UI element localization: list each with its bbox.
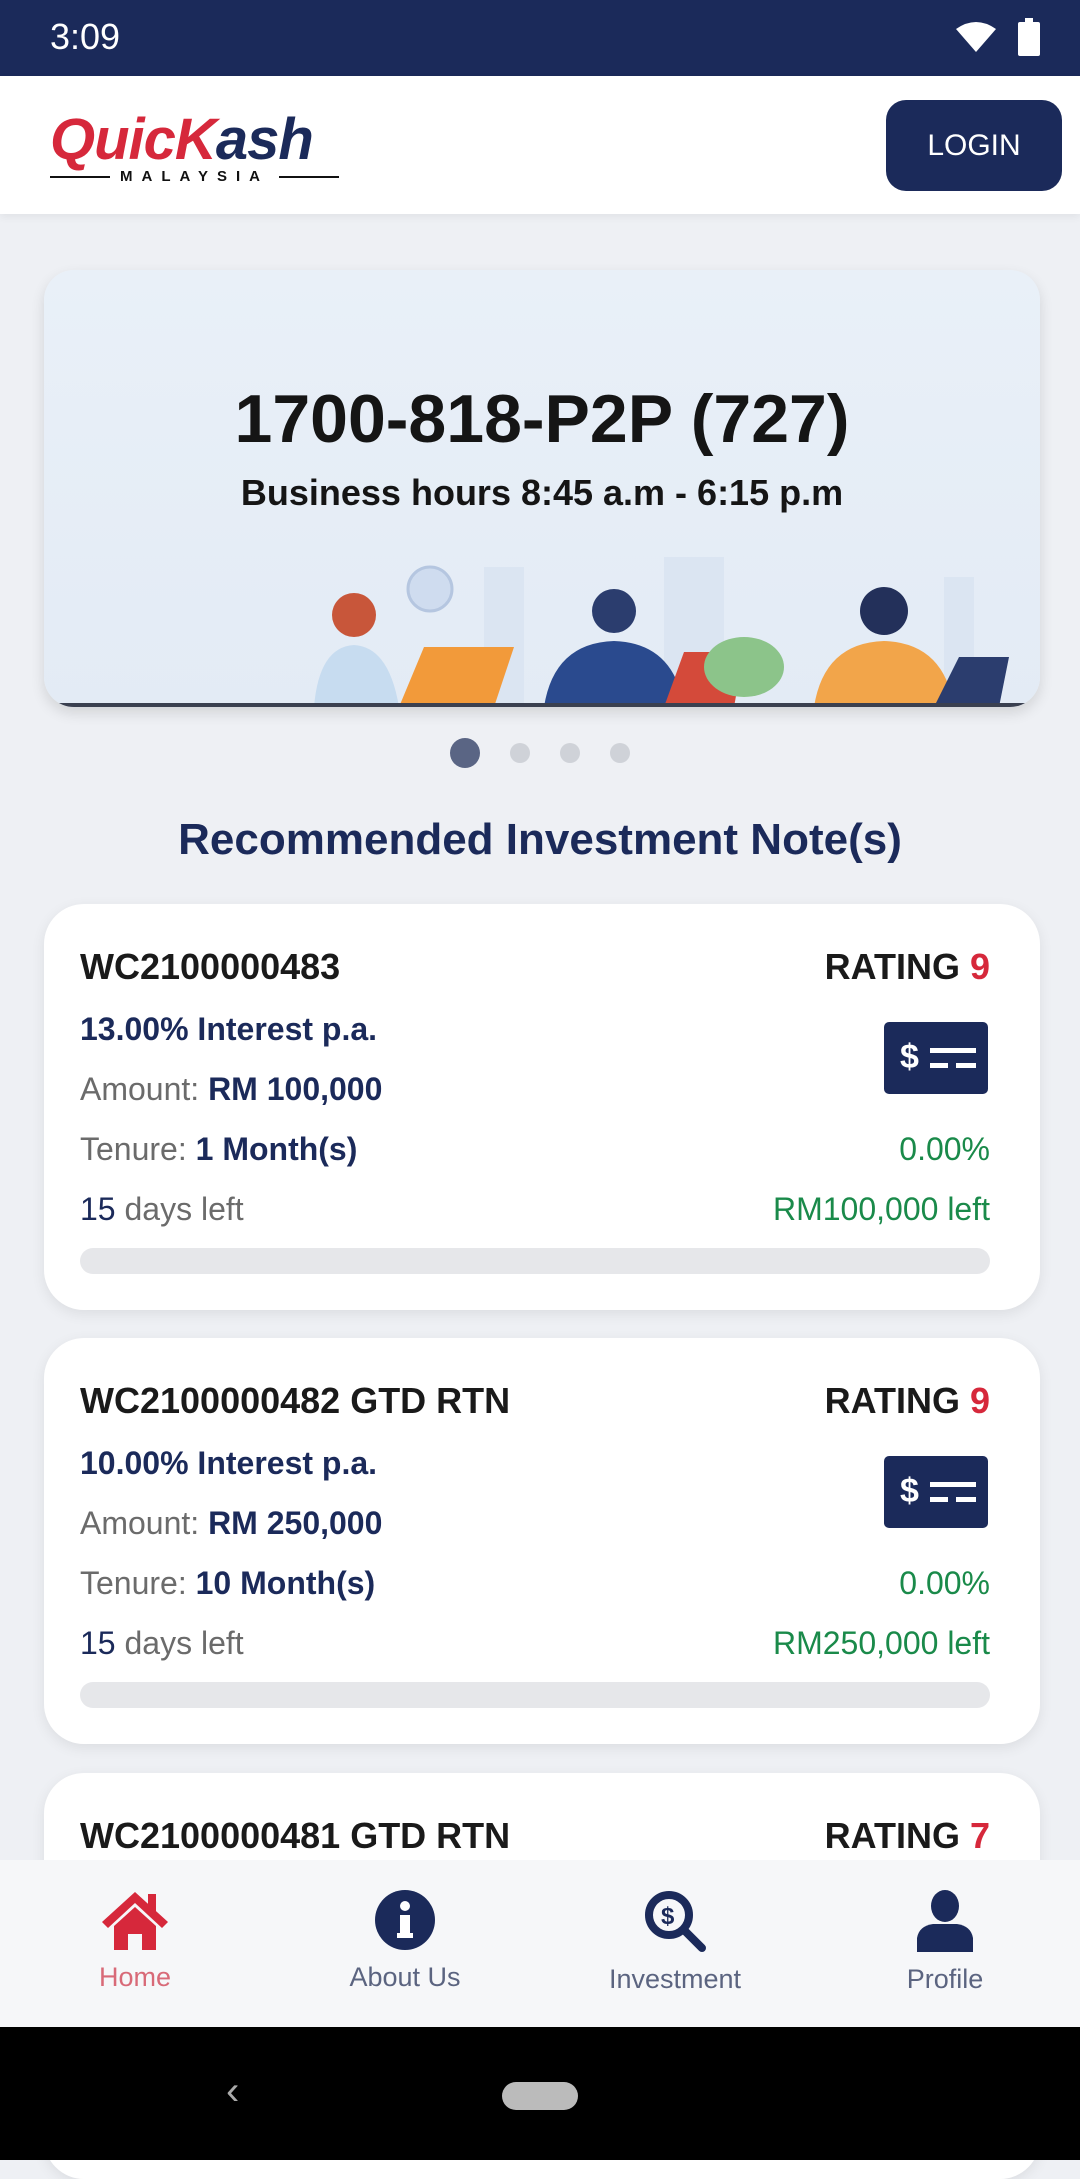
days-left: 15 days left — [80, 1191, 244, 1227]
login-button[interactable]: LOGIN — [886, 100, 1062, 191]
carousel-dot[interactable] — [560, 743, 580, 763]
tenure: Tenure: 1 Month(s) — [80, 1131, 358, 1167]
system-navigation-bar: ‹ — [0, 2027, 1080, 2160]
wifi-icon — [956, 22, 996, 52]
note-id: WC2100000483 — [80, 946, 341, 987]
banner-hours: Business hours 8:45 a.m - 6:15 p.m — [240, 472, 844, 513]
user-icon — [917, 1890, 973, 1952]
days-left: 15 days left — [80, 1625, 244, 1661]
amount-remaining: RM250,000 left — [772, 1625, 990, 1661]
status-time: 3:09 — [50, 16, 121, 57]
rating: RATING 9 — [824, 946, 990, 987]
amount: Amount: RM 250,000 — [80, 1505, 383, 1541]
amount: Amount: RM 100,000 — [80, 1071, 383, 1107]
investment-card[interactable]: WC2100000483 RATING 9 13.00% Interest p.a… — [44, 904, 1040, 1310]
home-icon — [102, 1892, 168, 1950]
amount-remaining: RM100,000 left — [772, 1191, 990, 1227]
banner-phone: 1700-818-P2P (727) — [234, 381, 850, 457]
funding-progress-bar — [80, 1248, 990, 1274]
note-id: WC2100000481 GTD RTN — [80, 1815, 511, 1856]
section-title: Recommended Investment Note(s) — [178, 815, 902, 864]
funding-progress-bar — [80, 1682, 990, 1708]
call-center-illustration — [44, 557, 1040, 707]
nav-home[interactable]: Home — [0, 1860, 270, 2027]
carousel-indicator — [0, 738, 1080, 768]
interest-rate: 10.00% Interest p.a. — [80, 1445, 378, 1481]
funded-percent: 0.00% — [899, 1131, 990, 1167]
funded-percent: 0.00% — [899, 1565, 990, 1601]
rating: RATING 7 — [824, 1815, 990, 1856]
carousel-dot[interactable] — [610, 743, 630, 763]
carousel-dot[interactable] — [450, 738, 480, 768]
interest-rate: 13.00% Interest p.a. — [80, 1011, 378, 1047]
quickash-logo: QuicKash MALAYSIA — [50, 110, 339, 185]
back-icon[interactable]: ‹ — [226, 2069, 239, 2114]
nav-profile[interactable]: Profile — [810, 1860, 1080, 2027]
home-gesture-pill[interactable] — [502, 2082, 578, 2110]
tenure: Tenure: 10 Month(s) — [80, 1565, 376, 1601]
dollar-search-icon: $ — [645, 1891, 706, 1952]
note-id: WC2100000482 GTD RTN — [80, 1380, 511, 1421]
battery-icon — [1018, 18, 1040, 56]
investment-card[interactable]: WC2100000482 GTD RTN RATING 9 10.00% Inte… — [44, 1338, 1040, 1744]
info-icon — [375, 1890, 435, 1950]
svg-text:$: $ — [661, 1903, 675, 1930]
status-bar: 3:09 — [0, 0, 1080, 76]
app-header: QuicKash MALAYSIA LOGIN — [0, 76, 1080, 214]
rating: RATING 9 — [824, 1380, 990, 1421]
promo-banner[interactable]: 1700-818-P2P (727) Business hours 8:45 a… — [44, 270, 1040, 707]
bottom-navigation: Home About Us $ Investment Profile — [0, 1860, 1080, 2027]
nav-about-us[interactable]: About Us — [270, 1860, 540, 2027]
nav-investment[interactable]: $ Investment — [540, 1860, 810, 2027]
carousel-dot[interactable] — [510, 743, 530, 763]
